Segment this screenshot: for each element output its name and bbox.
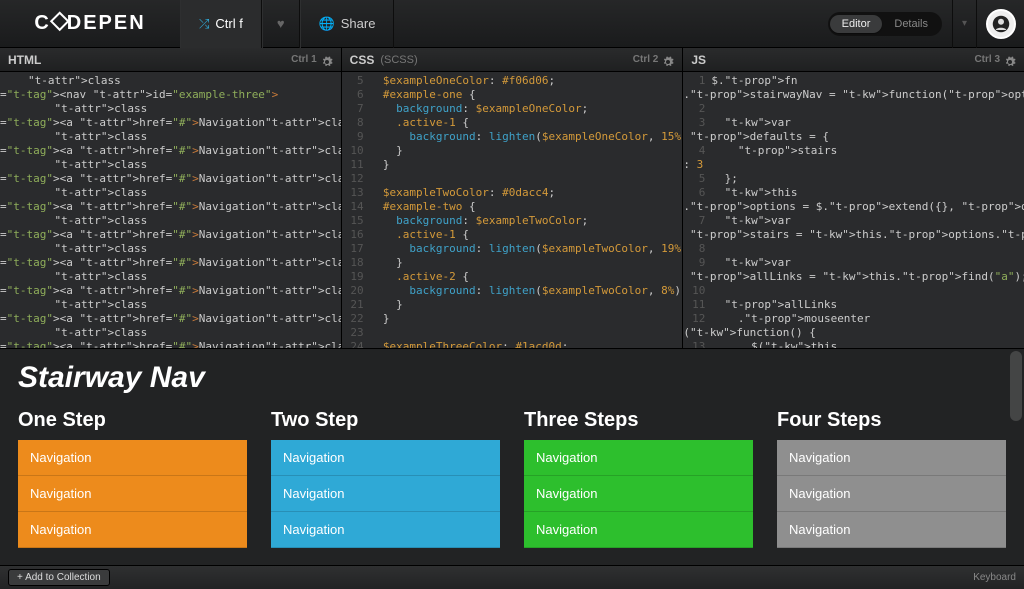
code-js[interactable]: 1$."t-prop">fn."t-prop">stairwayNav = "t… [683,72,1024,348]
nav-link[interactable]: Navigation [524,476,753,512]
toggle-editor[interactable]: Editor [830,15,883,33]
code-html[interactable]: "t-attr">class="t-tag"><nav "t-attr">id=… [0,72,341,348]
preview-column: One StepNavigationNavigationNavigation [18,409,247,548]
keyboard-link[interactable]: Keyboard [973,572,1016,583]
panel-html: HTML Ctrl 1 "t-attr">class="t-tag"><nav … [0,48,342,348]
avatar-button[interactable] [976,0,1024,48]
header-dropdown[interactable]: ▾ [952,0,976,48]
avatar-icon [986,9,1016,39]
column-heading: Two Step [271,409,500,432]
panel-html-head[interactable]: HTML Ctrl 1 [0,48,341,72]
nav-link[interactable]: Navigation [777,476,1006,512]
nav-link[interactable]: Navigation [18,476,247,512]
nav-link[interactable]: Navigation [777,440,1006,476]
column-heading: Four Steps [777,409,1006,432]
nav-link[interactable]: Navigation [777,512,1006,548]
editor-panels: HTML Ctrl 1 "t-attr">class="t-tag"><nav … [0,48,1024,349]
share-label: Share [341,16,376,31]
code-css[interactable]: 5 $exampleOneColor: #f06d06;6 #example-o… [342,72,683,348]
panel-css-shortcut: Ctrl 2 [633,48,659,72]
panel-html-title: HTML [8,48,41,72]
preview-column: Two StepNavigationNavigationNavigation [271,409,500,548]
scrollbar-thumb[interactable] [1010,351,1022,421]
share-button[interactable]: 🌐 Share [300,0,395,48]
preview-column: Three StepsNavigationNavigationNavigatio… [524,409,753,548]
panel-html-shortcut: Ctrl 1 [291,48,317,72]
header: CDEPEN ⤮ Ctrl f ♥ 🌐 Share Editor Details… [0,0,1024,48]
gear-icon[interactable] [321,54,333,66]
nav-list: NavigationNavigationNavigation [524,440,753,548]
codepen-logo[interactable]: CDEPEN [0,0,180,48]
column-heading: One Step [18,409,247,432]
panel-css: CSS (SCSS) Ctrl 2 5 $exampleOneColor: #f… [342,48,684,348]
column-heading: Three Steps [524,409,753,432]
preview-pane: Stairway Nav One StepNavigationNavigatio… [0,349,1024,565]
nav-link[interactable]: Navigation [524,440,753,476]
toggle-details[interactable]: Details [882,15,940,33]
panel-js-title: JS [691,48,706,72]
nav-list: NavigationNavigationNavigation [18,440,247,548]
nav-list: NavigationNavigationNavigation [271,440,500,548]
nav-link[interactable]: Navigation [524,512,753,548]
nav-list: NavigationNavigationNavigation [777,440,1006,548]
nav-link[interactable]: Navigation [271,440,500,476]
panel-js-head[interactable]: JS Ctrl 3 [683,48,1024,72]
panel-js: JS Ctrl 3 1$."t-prop">fn."t-prop">stairw… [683,48,1024,348]
view-toggle: Editor Details [828,12,942,36]
panel-css-title: CSS [350,48,375,72]
fork-button[interactable]: ⤮ Ctrl f [180,0,262,48]
shuffle-icon: ⤮ [199,16,209,32]
fork-label: Ctrl f [215,16,242,31]
nav-link[interactable]: Navigation [271,512,500,548]
globe-icon: 🌐 [319,16,335,32]
nav-link[interactable]: Navigation [18,440,247,476]
panel-css-lang: (SCSS) [380,48,417,72]
nav-link[interactable]: Navigation [18,512,247,548]
panel-js-shortcut: Ctrl 3 [974,48,1000,72]
gear-icon[interactable] [1004,54,1016,66]
add-to-collection-button[interactable]: + Add to Collection [8,569,110,586]
preview-title: Stairway Nav [18,361,1006,395]
footer: + Add to Collection Keyboard [0,565,1024,589]
nav-link[interactable]: Navigation [271,476,500,512]
panel-css-head[interactable]: CSS (SCSS) Ctrl 2 [342,48,683,72]
heart-icon: ♥ [277,16,285,31]
preview-column: Four StepsNavigationNavigationNavigation [777,409,1006,548]
heart-button[interactable]: ♥ [262,0,300,48]
gear-icon[interactable] [662,54,674,66]
